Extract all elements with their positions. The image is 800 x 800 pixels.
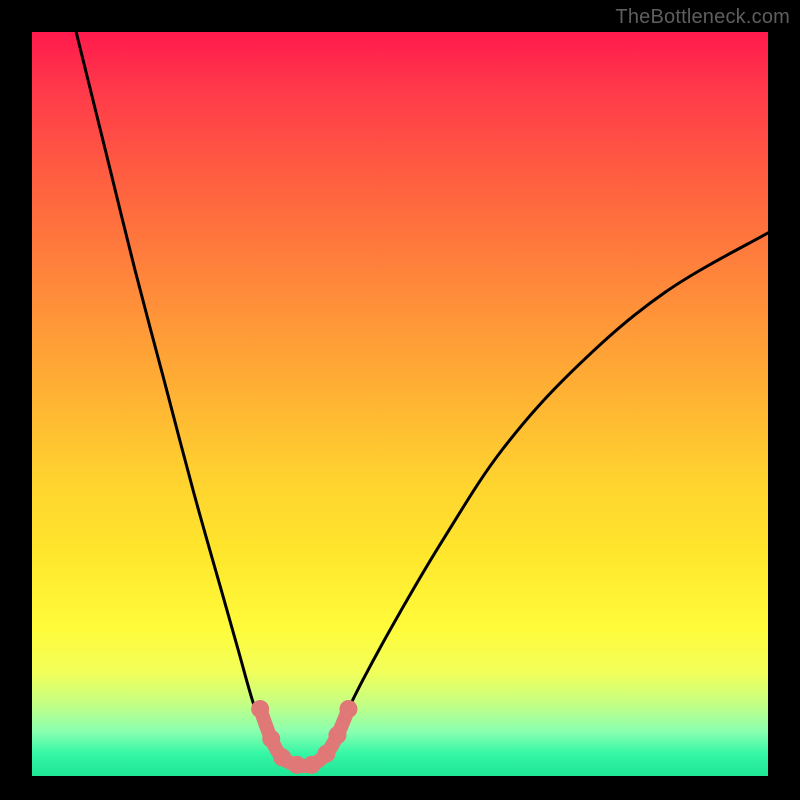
pink-curve-dot	[262, 730, 280, 748]
pink-curve-dots	[251, 700, 357, 774]
plot-area	[32, 32, 768, 776]
watermark-text: TheBottleneck.com	[615, 6, 790, 29]
chart-frame: TheBottleneck.com	[0, 0, 800, 800]
pink-curve-dot	[303, 756, 321, 774]
black-curve-left	[76, 32, 275, 754]
pink-curve-dot	[251, 700, 269, 718]
pink-curve-dot	[339, 700, 357, 718]
black-curve-right	[326, 233, 768, 754]
pink-curve-dot	[317, 745, 335, 763]
curves-svg	[32, 32, 768, 776]
pink-curve-dot	[328, 726, 346, 744]
